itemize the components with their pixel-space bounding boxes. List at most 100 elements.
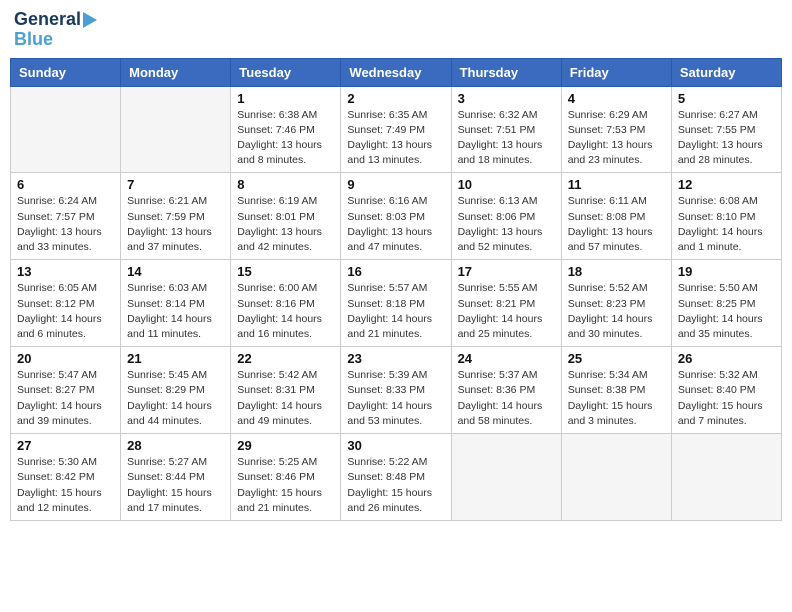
day-info: Sunrise: 6:08 AM Sunset: 8:10 PM Dayligh… [678, 194, 775, 255]
day-number: 2 [347, 91, 444, 106]
calendar-cell: 10 Sunrise: 6:13 AM Sunset: 8:06 PM Dayli… [451, 173, 561, 260]
calendar-cell: 16 Sunrise: 5:57 AM Sunset: 8:18 PM Dayli… [341, 260, 451, 347]
calendar-cell: 30 Sunrise: 5:22 AM Sunset: 8:48 PM Dayli… [341, 434, 451, 521]
day-number: 5 [678, 91, 775, 106]
calendar-cell: 1 Sunrise: 6:38 AM Sunset: 7:46 PM Daylig… [231, 86, 341, 173]
calendar-cell [11, 86, 121, 173]
logo-blue: Blue [14, 30, 53, 50]
calendar-cell [121, 86, 231, 173]
calendar-week-row: 27Sunrise: 5:30 AM Sunset: 8:42 PM Dayli… [11, 434, 782, 521]
day-info: Sunrise: 6:35 AM Sunset: 7:49 PM Dayligh… [347, 108, 444, 169]
calendar-cell: 2 Sunrise: 6:35 AM Sunset: 7:49 PM Daylig… [341, 86, 451, 173]
day-info: Sunrise: 6:11 AM Sunset: 8:08 PM Dayligh… [568, 194, 665, 255]
day-info: Sunrise: 5:52 AM Sunset: 8:23 PM Dayligh… [568, 281, 665, 342]
logo: General Blue [14, 10, 97, 50]
calendar-cell [561, 434, 671, 521]
day-number: 28 [127, 438, 224, 453]
calendar-cell: 13Sunrise: 6:05 AM Sunset: 8:12 PM Dayli… [11, 260, 121, 347]
day-info: Sunrise: 6:19 AM Sunset: 8:01 PM Dayligh… [237, 194, 334, 255]
day-number: 12 [678, 177, 775, 192]
day-info: Sunrise: 5:34 AM Sunset: 8:38 PM Dayligh… [568, 368, 665, 429]
day-number: 13 [17, 264, 114, 279]
calendar-cell: 29 Sunrise: 5:25 AM Sunset: 8:46 PM Dayli… [231, 434, 341, 521]
calendar-cell: 19 Sunrise: 5:50 AM Sunset: 8:25 PM Dayli… [671, 260, 781, 347]
day-info: Sunrise: 6:00 AM Sunset: 8:16 PM Dayligh… [237, 281, 334, 342]
day-number: 7 [127, 177, 224, 192]
calendar-week-row: 6 Sunrise: 6:24 AM Sunset: 7:57 PM Daylig… [11, 173, 782, 260]
calendar-cell: 18 Sunrise: 5:52 AM Sunset: 8:23 PM Dayli… [561, 260, 671, 347]
calendar-table: SundayMondayTuesdayWednesdayThursdayFrid… [10, 58, 782, 521]
calendar-cell: 9Sunrise: 6:16 AM Sunset: 8:03 PM Daylig… [341, 173, 451, 260]
day-info: Sunrise: 5:22 AM Sunset: 8:48 PM Dayligh… [347, 455, 444, 516]
day-number: 17 [458, 264, 555, 279]
calendar-cell: 21Sunrise: 5:45 AM Sunset: 8:29 PM Dayli… [121, 347, 231, 434]
logo-general: General [14, 10, 81, 30]
day-number: 24 [458, 351, 555, 366]
day-info: Sunrise: 5:37 AM Sunset: 8:36 PM Dayligh… [458, 368, 555, 429]
day-number: 3 [458, 91, 555, 106]
day-info: Sunrise: 6:24 AM Sunset: 7:57 PM Dayligh… [17, 194, 114, 255]
day-number: 14 [127, 264, 224, 279]
calendar-cell: 15Sunrise: 6:00 AM Sunset: 8:16 PM Dayli… [231, 260, 341, 347]
day-info: Sunrise: 5:47 AM Sunset: 8:27 PM Dayligh… [17, 368, 114, 429]
calendar-cell: 28 Sunrise: 5:27 AM Sunset: 8:44 PM Dayli… [121, 434, 231, 521]
calendar-cell: 26 Sunrise: 5:32 AM Sunset: 8:40 PM Dayli… [671, 347, 781, 434]
calendar-cell: 5 Sunrise: 6:27 AM Sunset: 7:55 PM Daylig… [671, 86, 781, 173]
day-info: Sunrise: 5:57 AM Sunset: 8:18 PM Dayligh… [347, 281, 444, 342]
calendar-cell: 8Sunrise: 6:19 AM Sunset: 8:01 PM Daylig… [231, 173, 341, 260]
day-info: Sunrise: 5:32 AM Sunset: 8:40 PM Dayligh… [678, 368, 775, 429]
calendar-cell: 4 Sunrise: 6:29 AM Sunset: 7:53 PM Daylig… [561, 86, 671, 173]
calendar-cell: 3Sunrise: 6:32 AM Sunset: 7:51 PM Daylig… [451, 86, 561, 173]
calendar-week-row: 13Sunrise: 6:05 AM Sunset: 8:12 PM Dayli… [11, 260, 782, 347]
day-info: Sunrise: 5:25 AM Sunset: 8:46 PM Dayligh… [237, 455, 334, 516]
day-number: 16 [347, 264, 444, 279]
weekday-header-friday: Friday [561, 58, 671, 86]
day-number: 10 [458, 177, 555, 192]
logo-arrow-icon [83, 12, 97, 28]
day-number: 29 [237, 438, 334, 453]
day-number: 26 [678, 351, 775, 366]
calendar-cell [671, 434, 781, 521]
day-number: 21 [127, 351, 224, 366]
day-info: Sunrise: 6:21 AM Sunset: 7:59 PM Dayligh… [127, 194, 224, 255]
calendar-cell: 25Sunrise: 5:34 AM Sunset: 8:38 PM Dayli… [561, 347, 671, 434]
calendar-cell: 14 Sunrise: 6:03 AM Sunset: 8:14 PM Dayli… [121, 260, 231, 347]
day-info: Sunrise: 5:39 AM Sunset: 8:33 PM Dayligh… [347, 368, 444, 429]
day-number: 20 [17, 351, 114, 366]
calendar-header-row: SundayMondayTuesdayWednesdayThursdayFrid… [11, 58, 782, 86]
header: General Blue [10, 10, 782, 50]
day-number: 11 [568, 177, 665, 192]
calendar-cell [451, 434, 561, 521]
day-number: 18 [568, 264, 665, 279]
day-number: 23 [347, 351, 444, 366]
calendar-cell: 24 Sunrise: 5:37 AM Sunset: 8:36 PM Dayli… [451, 347, 561, 434]
day-info: Sunrise: 5:42 AM Sunset: 8:31 PM Dayligh… [237, 368, 334, 429]
weekday-header-thursday: Thursday [451, 58, 561, 86]
day-info: Sunrise: 6:16 AM Sunset: 8:03 PM Dayligh… [347, 194, 444, 255]
calendar-cell: 11 Sunrise: 6:11 AM Sunset: 8:08 PM Dayli… [561, 173, 671, 260]
day-number: 19 [678, 264, 775, 279]
calendar-cell: 22 Sunrise: 5:42 AM Sunset: 8:31 PM Dayli… [231, 347, 341, 434]
calendar-cell: 23 Sunrise: 5:39 AM Sunset: 8:33 PM Dayli… [341, 347, 451, 434]
day-number: 1 [237, 91, 334, 106]
calendar-cell: 7 Sunrise: 6:21 AM Sunset: 7:59 PM Daylig… [121, 173, 231, 260]
day-info: Sunrise: 6:27 AM Sunset: 7:55 PM Dayligh… [678, 108, 775, 169]
calendar-cell: 27Sunrise: 5:30 AM Sunset: 8:42 PM Dayli… [11, 434, 121, 521]
calendar-cell: 17 Sunrise: 5:55 AM Sunset: 8:21 PM Dayli… [451, 260, 561, 347]
day-info: Sunrise: 6:13 AM Sunset: 8:06 PM Dayligh… [458, 194, 555, 255]
calendar-cell: 20 Sunrise: 5:47 AM Sunset: 8:27 PM Dayli… [11, 347, 121, 434]
day-info: Sunrise: 5:55 AM Sunset: 8:21 PM Dayligh… [458, 281, 555, 342]
day-info: Sunrise: 5:50 AM Sunset: 8:25 PM Dayligh… [678, 281, 775, 342]
day-number: 30 [347, 438, 444, 453]
day-number: 27 [17, 438, 114, 453]
day-number: 4 [568, 91, 665, 106]
weekday-header-saturday: Saturday [671, 58, 781, 86]
day-info: Sunrise: 5:27 AM Sunset: 8:44 PM Dayligh… [127, 455, 224, 516]
day-number: 6 [17, 177, 114, 192]
day-info: Sunrise: 6:03 AM Sunset: 8:14 PM Dayligh… [127, 281, 224, 342]
calendar-week-row: 1 Sunrise: 6:38 AM Sunset: 7:46 PM Daylig… [11, 86, 782, 173]
day-number: 22 [237, 351, 334, 366]
weekday-header-sunday: Sunday [11, 58, 121, 86]
day-info: Sunrise: 6:38 AM Sunset: 7:46 PM Dayligh… [237, 108, 334, 169]
day-info: Sunrise: 6:29 AM Sunset: 7:53 PM Dayligh… [568, 108, 665, 169]
